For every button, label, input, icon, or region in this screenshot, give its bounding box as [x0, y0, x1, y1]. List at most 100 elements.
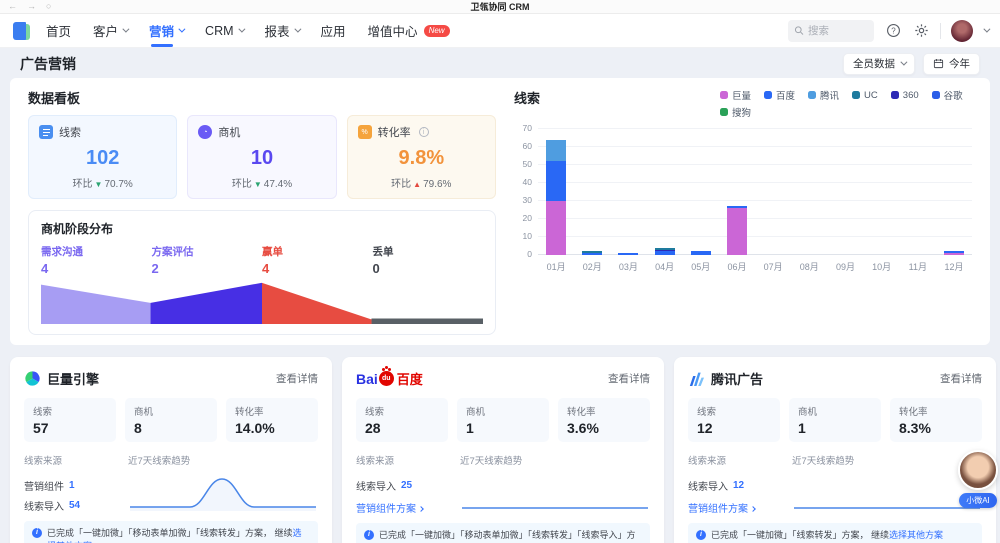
nav-item-home[interactable]: 首页 [46, 14, 71, 47]
bar-05月[interactable] [683, 129, 719, 255]
legend-item[interactable]: UC [852, 88, 878, 102]
leads-chart-card: 线索 巨量百度腾讯 UC 360 谷歌搜狗 010203040506070 01月02… [514, 88, 972, 335]
info-icon[interactable]: i [419, 127, 429, 137]
opportunities-delta: 环比▼47.4% [198, 175, 325, 190]
funnel-labels: 需求沟通 4 方案评估 2 赢单 4 丢单 0 [41, 244, 483, 276]
bar-04月[interactable] [647, 129, 683, 255]
platform-cards: 巨量引擎 查看详情 线索57 商机8 转化率14.0% 线索来源 近7天线索趋势… [10, 357, 990, 543]
pstat-leads: 线索28 [356, 398, 448, 442]
stat-card-opportunities[interactable]: ◔ 商机 10 环比▼47.4% [187, 115, 336, 199]
date-range-button[interactable]: 今年 [923, 53, 980, 75]
detail-link[interactable]: 查看详情 [940, 371, 982, 386]
chart-title: 线索 [514, 88, 540, 107]
legend-item[interactable]: 百度 [764, 88, 795, 102]
source-title: 线索来源 [688, 453, 792, 467]
pstat-opps: 商机1 [457, 398, 549, 442]
legend-item[interactable]: 谷歌 [932, 88, 963, 102]
notice-banner: i 已完成「一键加微」「移动表单加微」「线索转发」方案， 继续选择其他方案 [24, 521, 318, 543]
stat-card-conversion[interactable]: % 转化率 i 9.8% 环比▲79.6% [347, 115, 496, 199]
info-icon: i [32, 528, 42, 538]
detail-link[interactable]: 查看详情 [276, 371, 318, 386]
assistant-avatar[interactable] [958, 450, 998, 490]
conversion-value: 9.8% [358, 147, 485, 170]
chevron-down-icon[interactable] [983, 26, 990, 33]
bar-12月[interactable] [936, 129, 972, 255]
kanban-title: 数据看板 [28, 88, 496, 107]
chart-legend: 巨量百度腾讯 UC 360 谷歌搜狗 [720, 88, 972, 119]
trend-title: 近7天线索趋势 [460, 453, 522, 467]
dashboard-panel: 数据看板 线索 102 环比▼70.7% ◔ 商机 10 环比▼4 [10, 78, 990, 345]
legend-item[interactable]: 360 [891, 88, 919, 102]
funnel-stage[interactable]: 丢单 0 [373, 244, 484, 276]
page-title: 广告营销 [20, 54, 76, 74]
opportunities-value: 10 [198, 147, 325, 170]
tencent-ads-logo-icon [688, 371, 705, 386]
funnel-title: 商机阶段分布 [41, 220, 483, 237]
bar-06月[interactable] [719, 129, 755, 255]
search-box[interactable] [788, 20, 874, 42]
nav-item-apps[interactable]: 应用 [321, 14, 346, 47]
trend-down-icon: ▼ [254, 180, 262, 189]
stat-card-leads[interactable]: 线索 102 环比▼70.7% [28, 115, 177, 199]
legend-item[interactable]: 腾讯 [808, 88, 839, 102]
chevron-down-icon [900, 59, 907, 66]
legend-item[interactable]: 搜狗 [720, 105, 751, 119]
trend-title: 近7天线索趋势 [128, 453, 190, 467]
baidu-logo-icon: Bai du 百度 [356, 369, 423, 388]
chart-x-axis: 01月02月03月04月05月06月07月08月09月10月11月12月 [538, 260, 972, 273]
app-logo-icon[interactable] [12, 21, 32, 41]
card-oceanengine: 巨量引擎 查看详情 线索57 商机8 转化率14.0% 线索来源 近7天线索趋势… [10, 357, 332, 543]
funnel-stage[interactable]: 赢单 4 [262, 244, 373, 276]
card-tencent-ads: 腾讯广告 查看详情 线索12 商机1 转化率8.3% 线索来源 近7天线索趋势 … [674, 357, 996, 543]
chevron-right-icon [750, 506, 756, 512]
scope-selector[interactable]: 全员数据 [843, 53, 915, 75]
funnel-stage[interactable]: 方案评估 2 [152, 244, 263, 276]
nav-item-value-center[interactable]: 增值中心New [368, 14, 450, 47]
chart-y-axis: 010203040506070 [514, 129, 538, 255]
gear-icon[interactable] [912, 22, 930, 40]
bar-11月[interactable] [900, 129, 936, 255]
pstat-conv: 转化率14.0% [226, 398, 318, 442]
search-input[interactable] [808, 25, 868, 37]
nav-item-reports[interactable]: 报表 [265, 14, 299, 47]
component-plan-link[interactable]: 营销组件方案 [688, 500, 792, 515]
card-baidu: Bai du 百度 查看详情 线索28 商机1 转化率3.6% 线索来源 近7天… [342, 357, 664, 543]
source-row[interactable]: 营销组件1 [24, 478, 128, 493]
help-icon[interactable]: ? [884, 22, 902, 40]
info-icon: i [696, 530, 706, 540]
nav-item-customers[interactable]: 客户 [93, 14, 127, 47]
stat-cards: 线索 102 环比▼70.7% ◔ 商机 10 环比▼47.4% % [28, 115, 496, 199]
ai-assistant[interactable]: 小微AI [952, 450, 1000, 508]
info-icon: i [364, 530, 374, 540]
chevron-down-icon [238, 26, 245, 33]
source-row[interactable]: 线索导入25 [356, 478, 460, 493]
nav-item-crm[interactable]: CRM [205, 14, 242, 47]
leads-delta: 环比▼70.7% [39, 175, 166, 190]
user-avatar[interactable] [951, 20, 973, 42]
leads-icon [39, 125, 53, 139]
nav-item-marketing[interactable]: 营销 [149, 14, 183, 47]
trend-title: 近7天线索趋势 [792, 453, 854, 467]
notice-banner: i 已完成「一键加微」「线索转发」方案， 继续选择其他方案 [688, 523, 982, 543]
legend-item[interactable]: 巨量 [720, 88, 751, 102]
bar-08月[interactable] [791, 129, 827, 255]
funnel-stage[interactable]: 需求沟通 4 [41, 244, 152, 276]
pstat-leads: 线索57 [24, 398, 116, 442]
leads-value: 102 [39, 147, 166, 170]
bar-10月[interactable] [864, 129, 900, 255]
detail-link[interactable]: 查看详情 [608, 371, 650, 386]
bar-02月[interactable] [574, 129, 610, 255]
trend-sparkline [460, 473, 650, 513]
component-plan-link[interactable]: 营销组件方案 [356, 500, 460, 515]
bar-07月[interactable] [755, 129, 791, 255]
opportunity-icon: ◔ [198, 125, 212, 139]
bar-03月[interactable] [610, 129, 646, 255]
source-row[interactable]: 线索导入54 [24, 498, 128, 513]
bar-01月[interactable] [538, 129, 574, 255]
pstat-opps: 商机8 [125, 398, 217, 442]
bar-09月[interactable] [827, 129, 863, 255]
chart-plot [538, 129, 972, 255]
chevron-down-icon [294, 26, 301, 33]
source-row[interactable]: 线索导入12 [688, 478, 792, 493]
choose-plan-link[interactable]: 选择其他方案 [889, 530, 943, 540]
